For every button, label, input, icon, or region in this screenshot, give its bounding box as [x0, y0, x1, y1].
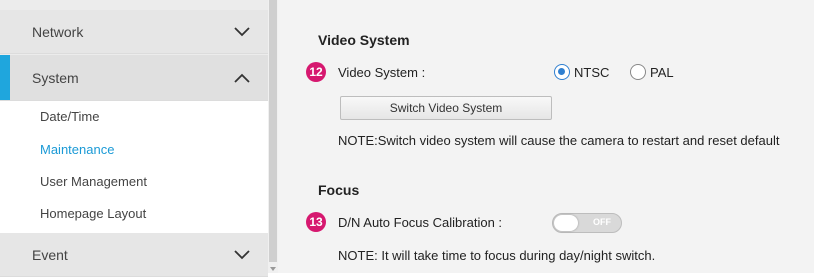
video-system-label: Video System : [338, 65, 426, 80]
pal-radio-label[interactable]: PAL [650, 65, 674, 80]
focus-section-title: Focus [318, 182, 360, 198]
sidebar-section-system[interactable]: System [0, 55, 268, 101]
sidebar-section-label: System [32, 69, 79, 86]
active-indicator [0, 55, 10, 100]
ntsc-radio[interactable] [554, 64, 570, 80]
system-submenu: Date/Time Maintenance User Management Ho… [0, 101, 268, 233]
sidebar-item-maintenance[interactable]: Maintenance [40, 142, 114, 157]
chevron-up-icon [234, 73, 250, 83]
chevron-down-icon [234, 249, 250, 259]
sidebar-section-label: Event [32, 246, 68, 263]
toggle-knob [554, 215, 578, 231]
sidebar-section-label: Network [32, 23, 84, 40]
sidebar-item-user-management[interactable]: User Management [40, 174, 147, 189]
video-system-section-title: Video System [318, 32, 410, 48]
sidebar-section-event[interactable]: Event [0, 233, 268, 277]
callout-badge-12: 12 [306, 62, 326, 82]
sidebar-item-date-time[interactable]: Date/Time [40, 109, 99, 124]
pal-radio[interactable] [630, 64, 646, 80]
video-system-note: NOTE:Switch video system will cause the … [338, 133, 780, 148]
ntsc-radio-label[interactable]: NTSC [574, 65, 609, 80]
sidebar: Network System Date/Time Maintenance Use… [0, 0, 268, 277]
chevron-down-icon [234, 26, 250, 36]
sidebar-section-network[interactable]: Network [0, 10, 268, 54]
toggle-state-label: OFF [593, 217, 611, 227]
sidebar-item-homepage-layout[interactable]: Homepage Layout [40, 206, 146, 221]
main-content: Video System 12 Video System : NTSC PAL … [278, 0, 814, 273]
scrollbar-thumb[interactable] [269, 0, 277, 262]
focus-calibration-toggle[interactable]: OFF [552, 213, 622, 233]
focus-note: NOTE: It will take time to focus during … [338, 248, 656, 263]
scroll-down-arrow-icon[interactable] [270, 267, 276, 271]
sidebar-scrollbar[interactable] [268, 0, 278, 273]
switch-video-system-button[interactable]: Switch Video System [340, 96, 552, 120]
callout-badge-13: 13 [306, 212, 326, 232]
focus-calibration-label: D/N Auto Focus Calibration : [338, 215, 503, 230]
